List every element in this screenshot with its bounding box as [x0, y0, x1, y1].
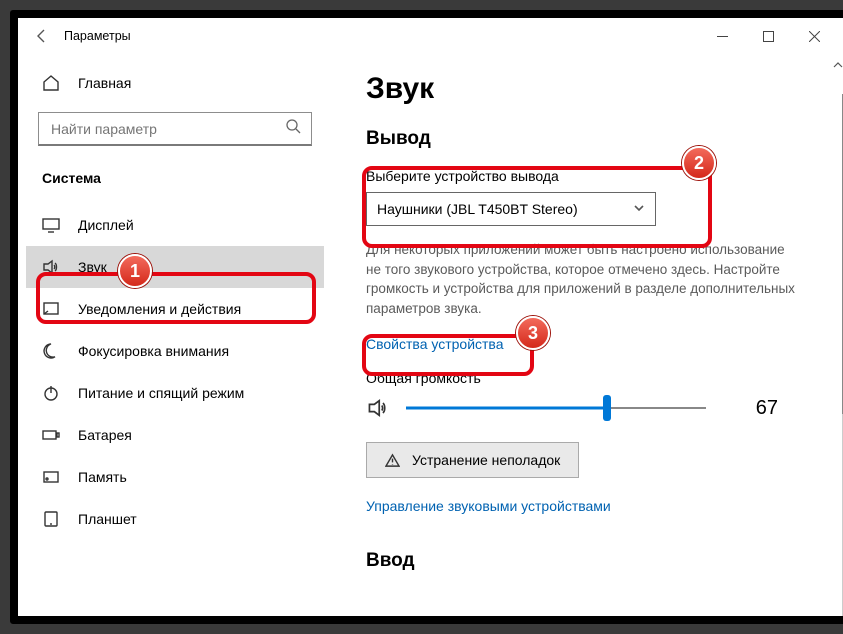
scroll-up-icon[interactable]	[831, 58, 843, 72]
sidebar-home[interactable]: Главная	[26, 62, 324, 104]
display-icon	[42, 216, 60, 234]
close-button[interactable]	[791, 20, 837, 52]
sidebar-item-label: Звук	[78, 259, 107, 275]
minimize-button[interactable]	[699, 20, 745, 52]
sidebar-item-battery[interactable]: Батарея	[26, 414, 324, 456]
device-properties-link[interactable]: Свойства устройства	[366, 336, 504, 352]
power-icon	[42, 384, 60, 402]
volume-label: Общая громкость	[366, 370, 799, 386]
page-title: Звук	[366, 72, 799, 106]
search-icon	[286, 119, 301, 139]
sidebar-item-notifications[interactable]: Уведомления и действия	[26, 288, 324, 330]
focus-icon	[42, 342, 60, 360]
annotation-badge-2: 2	[682, 146, 716, 180]
sidebar-item-display[interactable]: Дисплей	[26, 204, 324, 246]
troubleshoot-button[interactable]: Устранение неполадок	[366, 442, 579, 478]
sidebar-item-label: Питание и спящий режим	[78, 385, 244, 401]
sidebar-item-label: Фокусировка внимания	[78, 343, 229, 359]
search-input[interactable]	[49, 120, 286, 138]
scrollbar[interactable]	[831, 54, 843, 616]
back-button[interactable]	[26, 20, 58, 52]
output-device-select[interactable]: Наушники (JBL T450BT Stereo)	[366, 192, 656, 226]
input-heading: Ввод	[366, 550, 799, 572]
search-box[interactable]	[38, 112, 312, 146]
content-area: Звук Вывод Выберите устройство вывода На…	[328, 54, 843, 616]
sidebar-item-label: Уведомления и действия	[78, 301, 241, 317]
output-label: Выберите устройство вывода	[366, 168, 799, 184]
sidebar: Главная Система Дисплей Звук	[18, 54, 328, 616]
manage-devices-link[interactable]: Управление звуковыми устройствами	[366, 498, 611, 514]
sidebar-item-label: Планшет	[78, 511, 137, 527]
maximize-button[interactable]	[745, 20, 791, 52]
output-heading: Вывод	[366, 128, 799, 150]
sidebar-item-tablet[interactable]: Планшет	[26, 498, 324, 540]
sidebar-item-label: Память	[78, 469, 127, 485]
battery-icon	[42, 426, 60, 444]
sidebar-item-focus[interactable]: Фокусировка внимания	[26, 330, 324, 372]
volume-value: 67	[722, 397, 778, 420]
volume-icon[interactable]	[366, 396, 390, 420]
output-description: Для некоторых приложений может быть наст…	[366, 240, 799, 318]
output-device-value: Наушники (JBL T450BT Stereo)	[377, 201, 578, 217]
sound-icon	[42, 258, 60, 276]
title-bar: Параметры	[18, 18, 843, 54]
chevron-down-icon	[633, 201, 645, 217]
sidebar-item-label: Батарея	[78, 427, 132, 443]
annotation-badge-3: 3	[516, 316, 550, 350]
storage-icon	[42, 468, 60, 486]
annotation-badge-1: 1	[118, 254, 152, 288]
sidebar-group-title: Система	[26, 170, 324, 186]
sidebar-item-sound[interactable]: Звук	[26, 246, 324, 288]
troubleshoot-label: Устранение неполадок	[412, 452, 560, 468]
window-title: Параметры	[64, 29, 131, 43]
sidebar-home-label: Главная	[78, 75, 131, 91]
tablet-icon	[42, 510, 60, 528]
notify-icon	[42, 300, 60, 318]
sidebar-item-storage[interactable]: Память	[26, 456, 324, 498]
sidebar-item-label: Дисплей	[78, 217, 134, 233]
sidebar-item-power[interactable]: Питание и спящий режим	[26, 372, 324, 414]
volume-slider[interactable]	[406, 396, 706, 420]
home-icon	[42, 74, 60, 92]
